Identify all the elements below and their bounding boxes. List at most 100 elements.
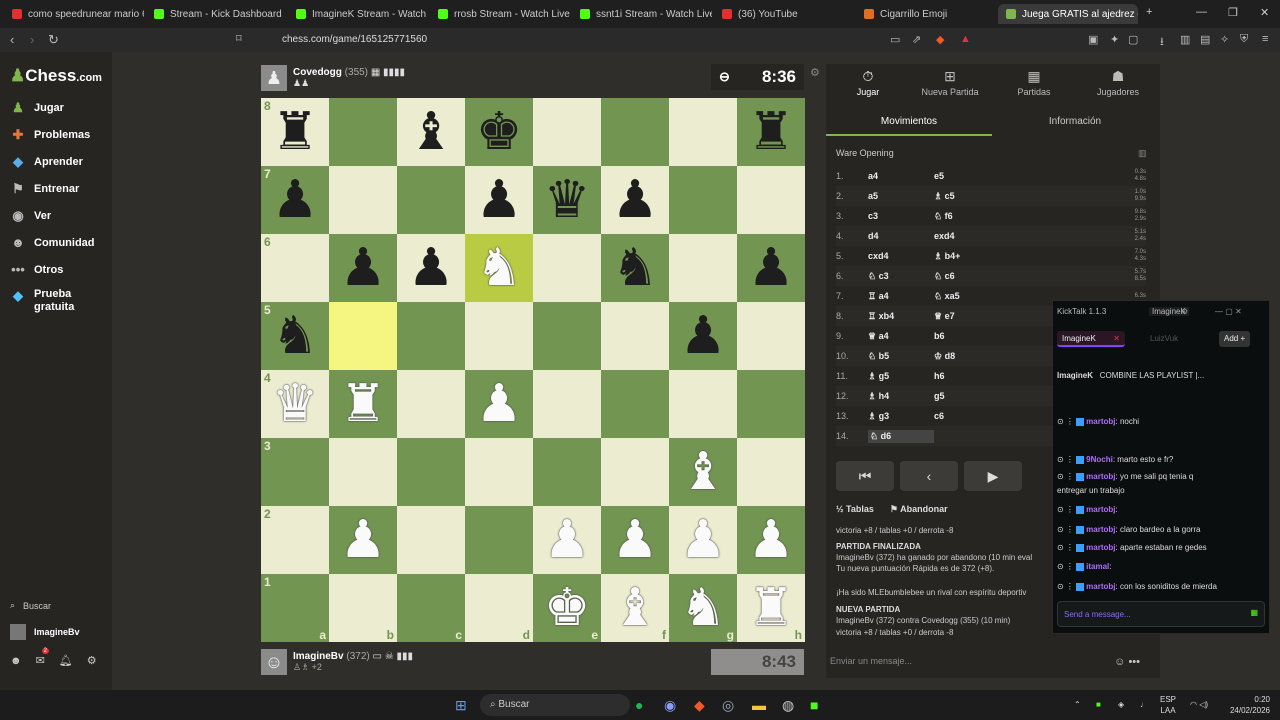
white-rook-icon[interactable]: ♜ [340, 378, 387, 430]
add-channel-button[interactable]: Add + [1219, 331, 1251, 347]
browser-tab[interactable]: como speedrunear mario 64 1( [4, 4, 144, 24]
brave-shield-icon[interactable]: ◆ [936, 33, 944, 46]
folder-icon[interactable]: ▬ [752, 697, 766, 713]
brave-icon[interactable]: ◆ [694, 697, 705, 714]
wifi-icon[interactable]: ◠ ◁) [1190, 699, 1208, 710]
black-move[interactable]: ♘ c6 [934, 271, 1000, 282]
white-pawn-icon[interactable]: ♟ [748, 514, 795, 566]
browser-tab[interactable]: Stream - Kick Dashboard [146, 4, 286, 24]
square-g4[interactable] [669, 370, 737, 438]
black-pawn-icon[interactable]: ♟ [680, 310, 727, 362]
black-move[interactable]: c6 [934, 411, 1000, 421]
spotify-icon[interactable]: ● [635, 697, 643, 713]
browser-tab-active[interactable]: Juega GRATIS al ajedrez o✕ [998, 4, 1138, 24]
black-rook-icon[interactable]: ♜ [272, 106, 319, 158]
black-move[interactable]: ♕ e7 [934, 311, 1000, 322]
leo-ai-icon[interactable]: ✧ [1220, 33, 1229, 46]
square-h2[interactable]: ♟ [737, 506, 805, 574]
first-move-button[interactable]: ⏮ [836, 461, 894, 491]
square-d3[interactable] [465, 438, 533, 506]
black-move[interactable]: b6 [934, 331, 1000, 341]
discord-icon[interactable]: ◉ [664, 697, 676, 714]
messages-icon[interactable]: ✉ 2 [36, 648, 49, 667]
sidebar-item-watch[interactable]: ◉ Ver [10, 208, 51, 224]
back-icon[interactable]: ‹ [10, 32, 14, 47]
kicktalk-message-input[interactable]: Send a message... ▦ [1057, 601, 1265, 627]
white-move[interactable]: ♘ c3 [868, 271, 934, 282]
black-pawn-icon[interactable]: ♟ [476, 174, 523, 226]
tab-new-game[interactable]: ⊞ Nueva Partida [910, 68, 990, 97]
prev-move-button[interactable]: ‹ [900, 461, 958, 491]
top-player-name[interactable]: Covedogg [293, 67, 342, 78]
black-knight-icon[interactable]: ♞ [272, 310, 319, 362]
chess-com-logo[interactable]: ♟Chess.com [10, 66, 102, 86]
square-f3[interactable] [601, 438, 669, 506]
tab-play[interactable]: ⏱ Jugar [828, 68, 908, 97]
white-move[interactable]: ♘ d6 [868, 429, 934, 443]
cast-icon[interactable]: ▭ [890, 33, 900, 46]
square-f6[interactable]: ♞ [601, 234, 669, 302]
sidebar-item-free-trial[interactable]: ◆ Prueba gratuita [10, 288, 84, 314]
puzzle-extension-icon[interactable]: ✦ [1110, 33, 1119, 46]
bell-icon[interactable]: 🔔︎ [59, 654, 73, 667]
black-move[interactable]: ♘ f6 [934, 211, 1000, 222]
sidebar-toggle-icon[interactable]: ▥ [1180, 33, 1190, 46]
chat-username[interactable]: martobj [1086, 505, 1115, 514]
square-g7[interactable] [669, 166, 737, 234]
white-move[interactable]: ♗ g3 [868, 411, 934, 422]
square-g3[interactable]: ♝ [669, 438, 737, 506]
browser-tab[interactable]: (36) YouTube [714, 4, 854, 24]
square-h8[interactable]: ♜ [737, 98, 805, 166]
restore-icon[interactable]: ❐ [1228, 6, 1238, 19]
bookmark-icon[interactable]: ⌑ [236, 32, 242, 45]
black-queen-icon[interactable]: ♛ [544, 174, 591, 226]
white-pawn-icon[interactable]: ♟ [476, 378, 523, 430]
emote-icon[interactable]: ▦ [1250, 608, 1258, 617]
screenshot-icon[interactable]: ▢ [1128, 33, 1138, 46]
square-f2[interactable]: ♟ [601, 506, 669, 574]
emoji-icon[interactable]: ☺ ••• [1114, 656, 1140, 668]
square-g2[interactable]: ♟ [669, 506, 737, 574]
browser-tab[interactable]: rrosb Stream - Watch Live [430, 4, 570, 24]
square-c7[interactable] [397, 166, 465, 234]
white-pawn-icon[interactable]: ♟ [680, 514, 727, 566]
square-b7[interactable] [329, 166, 397, 234]
white-move[interactable]: c3 [868, 211, 934, 221]
sidebar-item-community[interactable]: ☻ Comunidad [10, 235, 94, 250]
square-e3[interactable] [533, 438, 601, 506]
square-c4[interactable] [397, 370, 465, 438]
square-e1[interactable]: e ♚ [533, 574, 601, 642]
tray-chevron-icon[interactable]: ⌃ [1074, 699, 1081, 710]
black-move[interactable]: g5 [934, 391, 1000, 401]
chat-username[interactable]: 9Nochi [1086, 455, 1113, 464]
black-king-icon[interactable]: ♚ [476, 106, 523, 158]
white-move[interactable]: cxd4 [868, 251, 934, 261]
kicktalk-tab-active[interactable]: ImagineK ✕ [1057, 331, 1125, 347]
black-move[interactable]: ♗ b4+ [934, 251, 1000, 262]
square-c3[interactable] [397, 438, 465, 506]
browser-tab[interactable]: ImagineK Stream - Watch Li [288, 4, 428, 24]
square-e5[interactable] [533, 302, 601, 370]
kicktalk-tab[interactable]: LuizVuk [1145, 331, 1183, 347]
white-move[interactable]: ♕ a4 [868, 331, 934, 342]
black-pawn-icon[interactable]: ♟ [408, 242, 455, 294]
white-move[interactable]: ♘ b5 [868, 351, 934, 362]
white-move[interactable]: ♖ a4 [868, 291, 934, 302]
square-f1[interactable]: f ♝ [601, 574, 669, 642]
sidebar-item-train[interactable]: ⚑ Entrenar [10, 181, 79, 197]
chat-username[interactable]: itamal [1086, 562, 1109, 571]
white-move[interactable]: ♗ g5 [868, 371, 934, 382]
black-bishop-icon[interactable]: ♝ [408, 106, 455, 158]
wallet-icon[interactable]: ▤ [1200, 33, 1210, 46]
windows-start-icon[interactable]: ⊞ [455, 697, 467, 714]
language-indicator[interactable]: ESP LAA [1160, 694, 1176, 716]
square-f5[interactable] [601, 302, 669, 370]
white-move[interactable]: ♖ xb4 [868, 311, 934, 322]
square-a6[interactable]: 6 [261, 234, 329, 302]
square-d1[interactable]: d [465, 574, 533, 642]
black-rook-icon[interactable]: ♜ [748, 106, 795, 158]
square-f7[interactable]: ♟ [601, 166, 669, 234]
square-g5[interactable]: ♟ [669, 302, 737, 370]
white-knight-icon[interactable]: ♞ [476, 242, 523, 294]
black-pawn-icon[interactable]: ♟ [272, 174, 319, 226]
